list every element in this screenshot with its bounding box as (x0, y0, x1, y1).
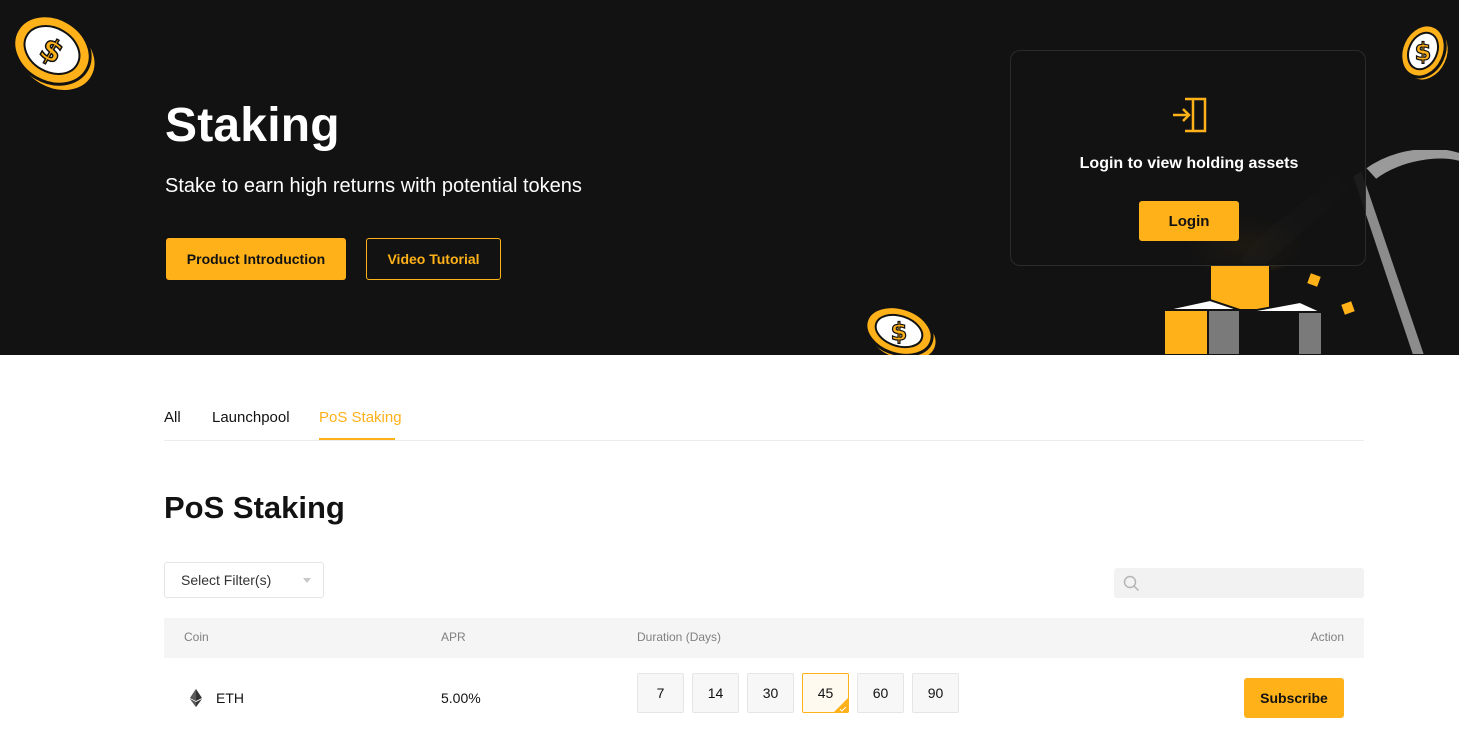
table-header: Coin APR Duration (Days) Action (164, 618, 1364, 658)
filter-select-label: Select Filter(s) (181, 572, 272, 588)
product-introduction-button[interactable]: Product Introduction (166, 238, 346, 280)
active-tab-indicator (319, 438, 395, 440)
duration-option[interactable]: 30 (747, 673, 794, 713)
table-row: ETH 5.00% 7 14 30 45 60 90 Subscribe (164, 658, 1364, 733)
coin-icon: $ (12, 14, 98, 93)
tab-launchpool[interactable]: Launchpool (212, 409, 290, 426)
duration-option[interactable]: 7 (637, 673, 684, 713)
ethereum-icon (190, 689, 202, 707)
section-title: PoS Staking (164, 490, 345, 525)
duration-option-label: 45 (817, 685, 834, 701)
tab-all[interactable]: All (164, 409, 181, 426)
duration-option-selected[interactable]: 45 (802, 673, 849, 713)
search-icon (1123, 575, 1140, 592)
duration-option[interactable]: 60 (857, 673, 904, 713)
hero-banner: $ $ $ Staking Stake to earn high returns… (0, 0, 1459, 355)
coin-icon: $ (864, 305, 939, 355)
tab-pos-staking[interactable]: PoS Staking (319, 409, 402, 426)
column-header-apr: APR (441, 630, 466, 644)
svg-text:$: $ (1415, 38, 1432, 66)
coin-name: ETH (216, 690, 244, 706)
filter-select[interactable]: Select Filter(s) (164, 562, 324, 598)
column-header-coin: Coin (184, 630, 209, 644)
svg-text:$: $ (891, 318, 908, 346)
coin-icon: $ (1399, 23, 1451, 83)
apr-value: 5.00% (441, 690, 481, 706)
page-title: Staking (165, 99, 340, 152)
login-button[interactable]: Login (1139, 201, 1239, 241)
column-header-duration: Duration (Days) (637, 630, 722, 644)
duration-option[interactable]: 90 (912, 673, 959, 713)
column-header-action: Action (1310, 630, 1344, 644)
subscribe-button[interactable]: Subscribe (1244, 678, 1344, 718)
coin-cell: ETH (190, 689, 244, 707)
login-door-icon (1173, 97, 1207, 133)
duration-option[interactable]: 14 (692, 673, 739, 713)
video-tutorial-button[interactable]: Video Tutorial (366, 238, 501, 280)
login-card: Login to view holding assets Login (1010, 50, 1366, 266)
chevron-down-icon (303, 578, 311, 583)
page-subtitle: Stake to earn high returns with potentia… (165, 175, 582, 197)
login-prompt: Login to view holding assets (1079, 155, 1299, 172)
category-tabs: All Launchpool PoS Staking (164, 405, 1364, 441)
search-input[interactable] (1146, 568, 1356, 598)
